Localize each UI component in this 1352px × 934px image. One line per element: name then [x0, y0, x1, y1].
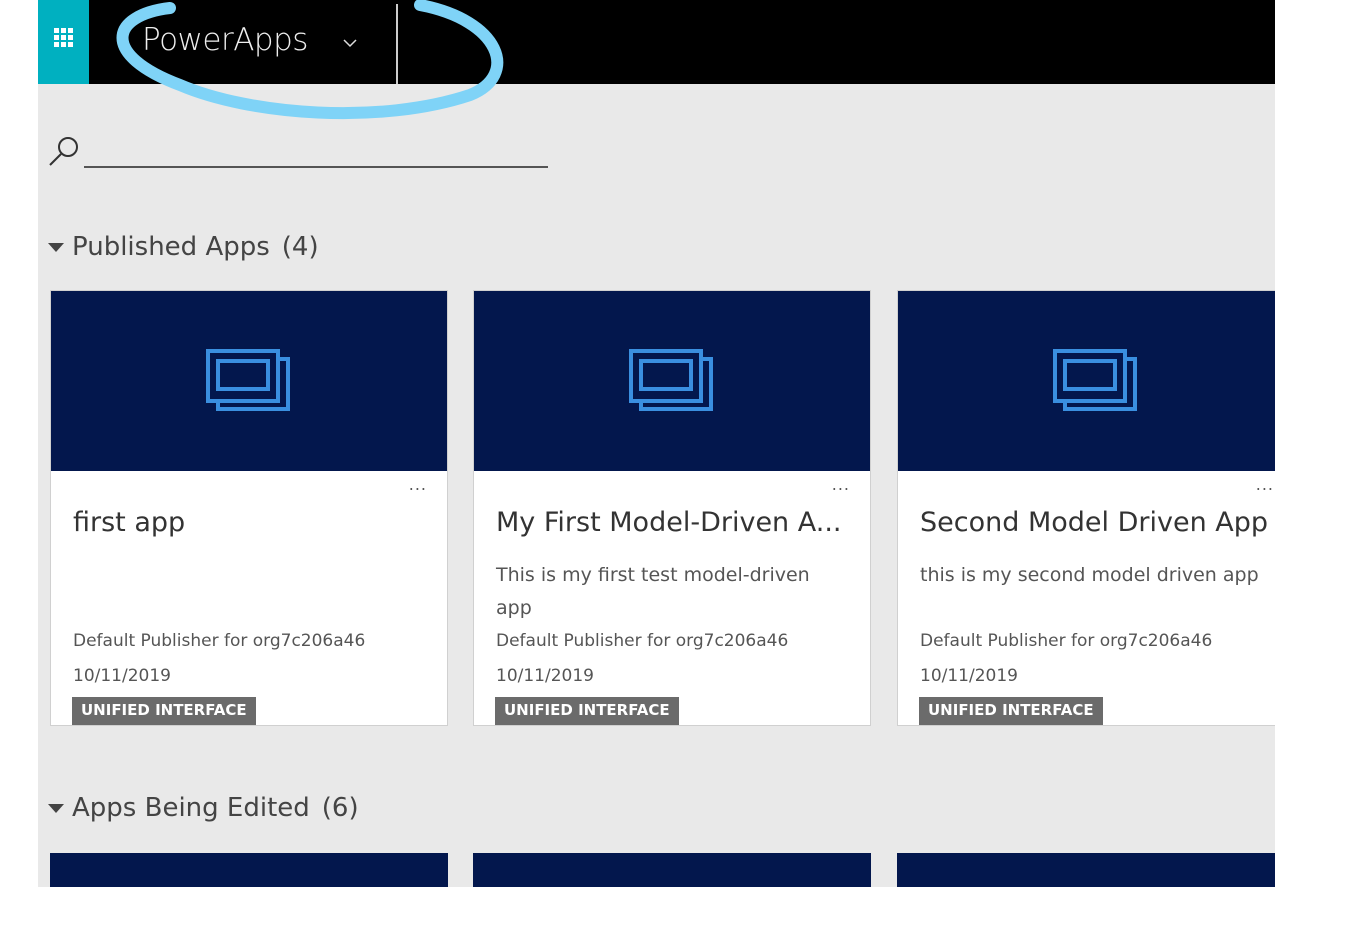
- app-thumbnail[interactable]: [474, 291, 870, 471]
- app-launcher-button[interactable]: [38, 0, 89, 84]
- section-title: Apps Being Edited: [72, 793, 310, 823]
- search-icon[interactable]: [48, 134, 82, 168]
- section-count: (4): [281, 232, 319, 262]
- app-publisher: Default Publisher for org7c206a46: [496, 631, 789, 651]
- collapse-triangle-icon: [48, 242, 64, 252]
- waffle-icon: [54, 27, 73, 47]
- app-description: this is my second model driven app: [920, 564, 1259, 586]
- app-description: This is my first test model-driven app: [496, 564, 810, 619]
- app-card[interactable]: ... first app Default Publisher for org7…: [50, 290, 448, 726]
- status-badge: UNIFIED INTERFACE: [919, 697, 1103, 725]
- more-options-button[interactable]: ...: [1256, 475, 1274, 494]
- model-driven-app-icon: [629, 349, 713, 411]
- status-badge: UNIFIED INTERFACE: [495, 697, 679, 725]
- app-thumbnail[interactable]: [51, 291, 447, 471]
- powerapps-window: PowerApps Published Apps (4) ... first a…: [38, 0, 1275, 887]
- top-bar: PowerApps: [38, 0, 1275, 84]
- app-name[interactable]: Second Model Driven App: [920, 507, 1268, 538]
- app-date: 10/11/2019: [496, 666, 594, 686]
- section-title: Published Apps: [72, 232, 270, 262]
- app-date: 10/11/2019: [920, 666, 1018, 686]
- model-driven-app-icon: [206, 349, 290, 411]
- app-name[interactable]: PowerApps: [142, 22, 308, 58]
- more-options-button[interactable]: ...: [832, 475, 850, 494]
- app-name[interactable]: first app: [73, 507, 185, 538]
- section-count: (6): [321, 793, 359, 823]
- model-driven-app-icon: [1053, 349, 1137, 411]
- status-badge: UNIFIED INTERFACE: [72, 697, 256, 725]
- app-card[interactable]: ... Second Model Driven App this is my s…: [897, 290, 1275, 726]
- app-publisher: Default Publisher for org7c206a46: [73, 631, 366, 651]
- section-header-published[interactable]: Published Apps (4): [48, 232, 319, 262]
- collapse-triangle-icon: [48, 803, 64, 813]
- section-header-being-edited[interactable]: Apps Being Edited (6): [48, 793, 359, 823]
- app-tile-edited[interactable]: [50, 853, 448, 887]
- app-tile-edited[interactable]: [473, 853, 871, 887]
- divider: [396, 4, 398, 84]
- app-publisher: Default Publisher for org7c206a46: [920, 631, 1213, 651]
- app-tile-edited[interactable]: [897, 853, 1275, 887]
- chevron-down-icon[interactable]: [343, 36, 357, 50]
- app-name[interactable]: My First Model-Driven A...: [496, 507, 842, 538]
- search-input[interactable]: [84, 166, 548, 168]
- app-date: 10/11/2019: [73, 666, 171, 686]
- app-thumbnail[interactable]: [898, 291, 1275, 471]
- more-options-button[interactable]: ...: [409, 475, 427, 494]
- app-card[interactable]: ... My First Model-Driven A... This is m…: [473, 290, 871, 726]
